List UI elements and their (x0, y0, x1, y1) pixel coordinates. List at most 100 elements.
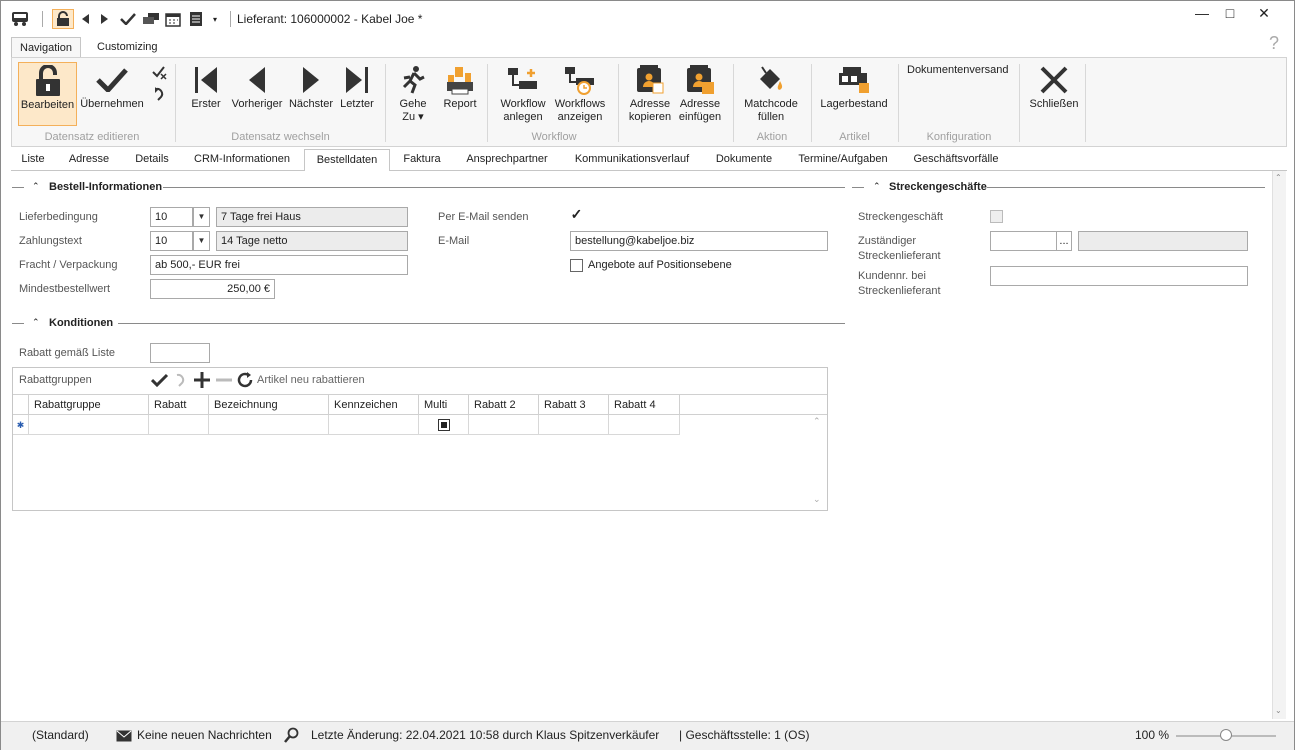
workflows-anzeigen-button[interactable]: Workflows anzeigen (552, 62, 608, 126)
next-icon[interactable] (98, 9, 112, 29)
status-nachrichten[interactable]: Keine neuen Nachrichten (137, 728, 272, 742)
cell-multi[interactable] (419, 415, 469, 435)
status-standard[interactable]: (Standard) (32, 728, 89, 742)
ribbon-tab-customizing[interactable]: Customizing (89, 37, 169, 58)
workflow-anlegen-button[interactable]: Workflow anlegen (496, 62, 550, 126)
messages-icon[interactable] (141, 9, 161, 29)
refresh-icon[interactable] (236, 371, 254, 392)
tab-geschaeftsvorfaelle[interactable]: Geschäftsvorfälle (902, 149, 1010, 170)
email-senden-checkbox[interactable]: ✓ (570, 207, 583, 222)
report-button[interactable]: Report (438, 62, 482, 126)
col-kennzeichen[interactable]: Kennzeichen (329, 394, 419, 415)
cell-bezeichnung[interactable] (209, 415, 329, 435)
zahlungstext-text: 14 Tage netto (216, 231, 408, 251)
cell-rabatt[interactable] (149, 415, 209, 435)
check-x-icon[interactable] (152, 66, 168, 83)
multi-checkbox[interactable] (438, 419, 450, 431)
uebernehmen-button[interactable]: Übernehmen (80, 62, 144, 126)
angebote-checkbox[interactable] (570, 259, 583, 272)
cell-rabatt3[interactable] (539, 415, 609, 435)
tab-crm-informationen[interactable]: CRM-Informationen (184, 149, 300, 170)
active-tab-gap (305, 170, 389, 171)
lieferbedingung-code-input[interactable]: 10 (150, 207, 193, 227)
matchcode-fuellen-button[interactable]: Matchcode füllen (741, 62, 801, 126)
streckenlieferant-lookup-button[interactable]: ... (1056, 231, 1072, 251)
cell-rabatt4[interactable] (609, 415, 680, 435)
adresse-einfuegen-button[interactable]: Adresse einfügen (676, 62, 724, 126)
tab-adresse[interactable]: Adresse (58, 149, 120, 170)
calendar-icon[interactable] (164, 9, 182, 29)
tab-bestelldaten[interactable]: Bestelldaten (304, 149, 390, 171)
collapse-icon[interactable]: ⌃ (32, 181, 40, 192)
truck-icon[interactable] (9, 9, 31, 29)
col-rabatt2[interactable]: Rabatt 2 (469, 394, 539, 415)
cell-rabattgruppe[interactable] (29, 415, 149, 435)
bearbeiten-button[interactable]: Bearbeiten (18, 62, 77, 126)
adresse-kopieren-button[interactable]: Adresse kopieren (626, 62, 674, 126)
scroll-up-icon[interactable]: ⌃ (1275, 173, 1282, 182)
maximize-button[interactable]: □ (1215, 5, 1245, 21)
ribbon-tab-navigation[interactable]: Navigation (11, 37, 81, 58)
check-icon[interactable] (150, 373, 169, 390)
customize-dropdown-icon[interactable]: ▾ (209, 9, 221, 29)
tab-ansprechpartner[interactable]: Ansprechpartner (455, 149, 559, 170)
unlock-icon (19, 63, 76, 99)
tab-liste[interactable]: Liste (11, 149, 55, 170)
prev-icon[interactable] (78, 9, 92, 29)
undo-icon[interactable] (152, 86, 168, 105)
gehe-zu-button[interactable]: Gehe Zu ▾ (394, 62, 432, 126)
collapse-icon[interactable]: ⌃ (873, 181, 881, 192)
grid-scroll-down-icon[interactable]: ⌄ (813, 494, 821, 505)
remove-icon[interactable] (215, 371, 233, 392)
minimize-button[interactable]: — (1187, 5, 1217, 21)
rabatt-liste-input[interactable] (150, 343, 210, 363)
lagerbestand-button[interactable]: Lagerbestand (818, 62, 890, 126)
fracht-input[interactable]: ab 500,- EUR frei (150, 255, 408, 275)
naechster-button[interactable]: Nächster (287, 62, 335, 126)
zahlungstext-dropdown[interactable]: ▼ (193, 231, 210, 251)
email-input[interactable]: bestellung@kabeljoe.biz (570, 231, 828, 251)
section-title-bestell: Bestell-Informationen (49, 181, 163, 193)
tab-details[interactable]: Details (123, 149, 181, 170)
cell-rabatt2[interactable] (469, 415, 539, 435)
streckenlieferant-input[interactable] (990, 231, 1057, 251)
neu-rabattieren-label[interactable]: Artikel neu rabattieren (257, 374, 365, 386)
vorheriger-button[interactable]: Vorheriger (229, 62, 285, 126)
col-multi[interactable]: Multi (419, 394, 469, 415)
angebote-label: Angebote auf Positionsebene (588, 259, 732, 271)
scroll-down-icon[interactable]: ⌄ (1275, 706, 1282, 715)
check-icon[interactable] (119, 9, 137, 29)
col-bezeichnung[interactable]: Bezeichnung (209, 394, 329, 415)
mindestbestellwert-input[interactable]: 250,00 € (150, 279, 275, 299)
email-label: E-Mail (438, 235, 470, 247)
dokumentenversand-label[interactable]: Dokumentenversand (907, 64, 1009, 76)
erster-button[interactable]: Erster (188, 62, 224, 126)
collapse-icon[interactable]: ⌃ (32, 317, 40, 328)
vertical-scrollbar[interactable]: ⌃ ⌄ (1272, 171, 1286, 719)
cell-kennzeichen[interactable] (329, 415, 419, 435)
lock-icon[interactable] (52, 9, 74, 29)
schliessen-button[interactable]: Schließen (1028, 62, 1080, 126)
tab-kommunikationsverlauf[interactable]: Kommunikationsverlauf (563, 149, 701, 170)
list-icon[interactable] (188, 9, 204, 29)
close-button[interactable]: ✕ (1249, 5, 1279, 21)
col-rabatt3[interactable]: Rabatt 3 (539, 394, 609, 415)
undo-icon[interactable] (173, 372, 189, 391)
streckengeschaeft-checkbox[interactable] (990, 210, 1003, 223)
zoom-slider-handle[interactable] (1220, 729, 1232, 741)
search-icon[interactable] (283, 727, 299, 746)
help-icon[interactable]: ? (1269, 33, 1279, 54)
grid-scroll-up-icon[interactable]: ⌃ (813, 416, 821, 427)
letzter-button[interactable]: Letzter (338, 62, 376, 126)
zahlungstext-code-input[interactable]: 10 (150, 231, 193, 251)
streckengeschaeft-label: Streckengeschäft (858, 211, 943, 223)
tab-termine-aufgaben[interactable]: Termine/Aufgaben (787, 149, 899, 170)
add-icon[interactable] (193, 371, 211, 392)
col-rabattgruppe[interactable]: Rabattgruppe (29, 394, 149, 415)
col-rabatt4[interactable]: Rabatt 4 (609, 394, 680, 415)
kundennr-input[interactable] (990, 266, 1248, 286)
lieferbedingung-dropdown[interactable]: ▼ (193, 207, 210, 227)
tab-dokumente[interactable]: Dokumente (704, 149, 784, 170)
tab-faktura[interactable]: Faktura (392, 149, 452, 170)
col-rabatt[interactable]: Rabatt (149, 394, 209, 415)
